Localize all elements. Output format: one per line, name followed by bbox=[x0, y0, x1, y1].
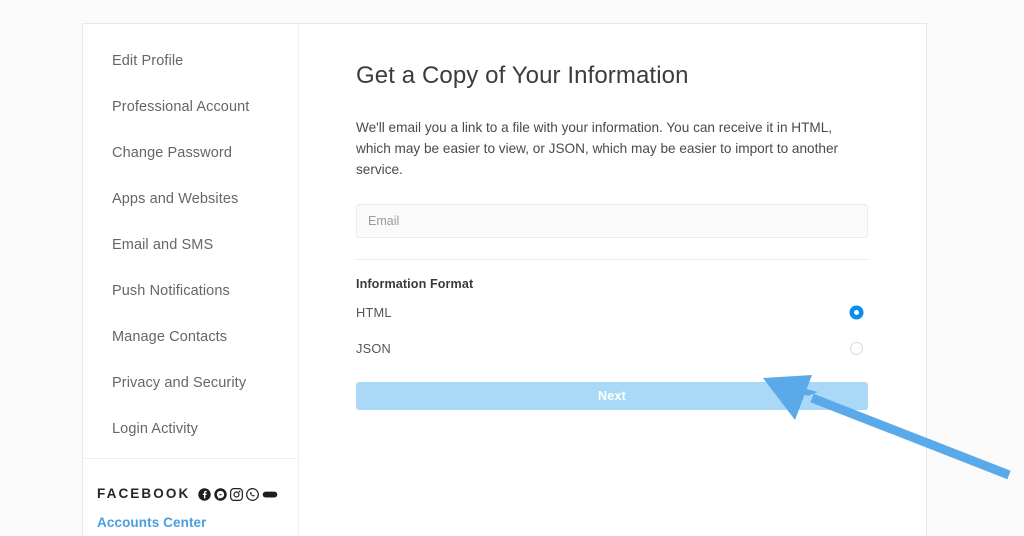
sidebar-item-change-password[interactable]: Change Password bbox=[83, 130, 298, 176]
radio-row-json[interactable]: JSON bbox=[356, 334, 868, 363]
sidebar-item-email-and-sms[interactable]: Email and SMS bbox=[83, 222, 298, 268]
portal-icon bbox=[262, 488, 278, 501]
settings-sidebar: Edit Profile Professional Account Change… bbox=[83, 24, 299, 536]
radio-button-html[interactable] bbox=[850, 306, 863, 320]
information-format-label: Information Format bbox=[356, 277, 474, 292]
sidebar-nav: Edit Profile Professional Account Change… bbox=[83, 24, 298, 452]
accounts-center-link[interactable]: Accounts Center bbox=[97, 515, 298, 530]
sidebar-footer: FACEBOOK Accounts Center bbox=[83, 458, 298, 536]
settings-card: Edit Profile Professional Account Change… bbox=[82, 23, 927, 536]
whatsapp-icon bbox=[246, 487, 260, 501]
messenger-icon bbox=[214, 487, 228, 501]
facebook-brand-row: FACEBOOK bbox=[97, 486, 298, 502]
facebook-icon bbox=[198, 487, 212, 501]
sidebar-item-push-notifications[interactable]: Push Notifications bbox=[83, 268, 298, 314]
sidebar-item-label: Privacy and Security bbox=[112, 375, 247, 391]
sidebar-item-label: Edit Profile bbox=[112, 53, 184, 69]
form-divider bbox=[356, 259, 868, 261]
radio-row-html[interactable]: HTML bbox=[356, 298, 868, 327]
sidebar-item-label: Manage Contacts bbox=[112, 329, 228, 345]
main-panel: Get a Copy of Your Information We'll ema… bbox=[299, 24, 926, 536]
sidebar-item-apps-and-websites[interactable]: Apps and Websites bbox=[83, 176, 298, 222]
sidebar-item-privacy-and-security[interactable]: Privacy and Security bbox=[83, 360, 298, 406]
sidebar-item-label: Apps and Websites bbox=[112, 191, 239, 207]
sidebar-item-label: Login Activity bbox=[112, 421, 199, 437]
sidebar-item-edit-profile[interactable]: Edit Profile bbox=[83, 38, 298, 84]
radio-label-html: HTML bbox=[356, 305, 392, 321]
sidebar-item-label: Email and SMS bbox=[112, 237, 214, 253]
sidebar-item-label: Change Password bbox=[112, 145, 232, 161]
sidebar-item-login-activity[interactable]: Login Activity bbox=[83, 406, 298, 452]
sidebar-item-label: Push Notifications bbox=[112, 283, 230, 299]
email-input[interactable] bbox=[356, 204, 868, 239]
radio-button-json[interactable] bbox=[850, 342, 863, 356]
radio-label-json: JSON bbox=[356, 341, 391, 357]
social-icon-group bbox=[198, 487, 278, 501]
sidebar-item-label: Professional Account bbox=[112, 99, 250, 115]
page-title: Get a Copy of Your Information bbox=[356, 62, 689, 89]
facebook-wordmark: FACEBOOK bbox=[97, 486, 191, 502]
next-button[interactable]: Next bbox=[356, 382, 868, 411]
instagram-icon bbox=[230, 487, 244, 501]
sidebar-item-professional-account[interactable]: Professional Account bbox=[83, 84, 298, 130]
page-description: We'll email you a link to a file with yo… bbox=[356, 120, 839, 178]
sidebar-item-manage-contacts[interactable]: Manage Contacts bbox=[83, 314, 298, 360]
